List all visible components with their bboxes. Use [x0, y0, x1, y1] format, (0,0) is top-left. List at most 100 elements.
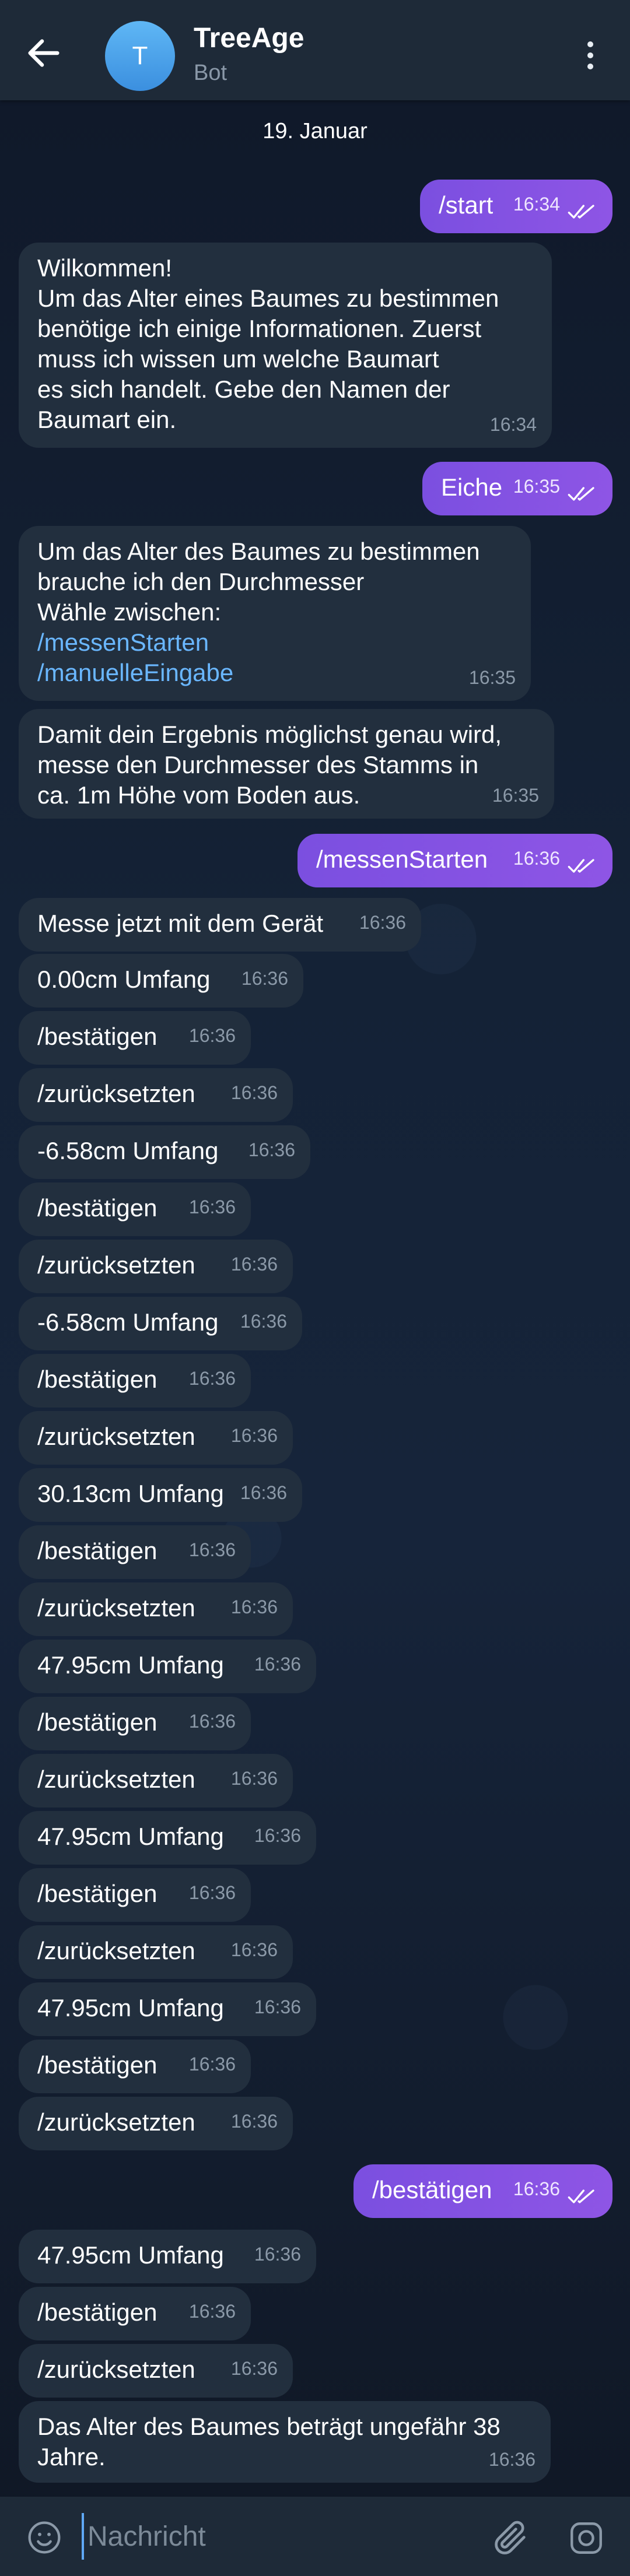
double-check-icon [568, 2189, 594, 2203]
message-line: benötige ich einige Informationen. Zuers… [37, 315, 482, 342]
incoming-message[interactable]: /zurücksetzten 16:36 [19, 1925, 293, 1979]
incoming-message[interactable]: Damit dein Ergebnis möglichst genau wird… [19, 709, 554, 819]
date-separator: 19. Januar [262, 119, 368, 143]
message-time: 16:36 [230, 1254, 278, 1275]
incoming-message[interactable]: /bestätigen 16:36 [19, 1011, 251, 1065]
message-text: /start [439, 191, 494, 219]
message-text: /bestätigen [37, 2298, 158, 2326]
message-text: /zurücksetzten [37, 1251, 195, 1279]
more-vertical-icon[interactable] [583, 38, 597, 73]
emoji-icon[interactable] [26, 2519, 63, 2556]
paperclip-icon[interactable] [490, 2518, 531, 2559]
incoming-message[interactable]: 47.95cm Umfang 16:36 [19, 1811, 316, 1865]
message-text: 0.00cm Umfang [37, 966, 211, 993]
message-time: 16:36 [241, 968, 288, 989]
message-text: /bestätigen [37, 1537, 158, 1564]
message-time: 16:36 [513, 2178, 560, 2199]
message-time: 16:35 [468, 667, 516, 688]
incoming-message[interactable]: /bestätigen 16:36 [19, 1868, 251, 1922]
message-line: Jahre. [37, 2443, 106, 2470]
message-composer [0, 2497, 630, 2576]
message-text: /bestätigen [37, 1708, 158, 1736]
incoming-message[interactable]: /bestätigen 16:36 [19, 1697, 251, 1750]
message-time: 16:36 [513, 848, 560, 869]
message-text: /zurücksetzten [37, 2108, 195, 2136]
outgoing-message[interactable]: /messenStarten 16:36 [298, 834, 612, 887]
incoming-message[interactable]: /zurücksetzten 16:36 [19, 1411, 293, 1465]
message-text: /zurücksetzten [37, 1080, 195, 1107]
incoming-message[interactable]: /zurücksetzten 16:36 [19, 2097, 293, 2150]
message-line: Baumart ein. [37, 406, 177, 433]
message-time: 16:36 [188, 1711, 236, 1732]
chat-header: T TreeAge Bot [0, 0, 630, 100]
incoming-message[interactable]: -6.58cm Umfang 16:36 [19, 1125, 310, 1179]
message-time: 16:36 [188, 1539, 236, 1560]
command-link[interactable]: /manuelleEingabe [37, 658, 512, 688]
incoming-message[interactable]: -6.58cm Umfang 16:36 [19, 1297, 302, 1350]
message-text: Eiche [441, 473, 503, 501]
incoming-message[interactable]: 47.95cm Umfang 16:36 [19, 1982, 316, 2036]
message-text: 47.95cm Umfang [37, 1994, 224, 2022]
chat-title[interactable]: TreeAge [194, 22, 304, 54]
message-line: ca. 1m Höhe vom Boden aus. [37, 781, 360, 809]
message-text: /bestätigen [372, 2176, 492, 2203]
double-check-icon [568, 487, 594, 501]
incoming-message[interactable]: /bestätigen 16:36 [19, 2287, 251, 2340]
message-text: /zurücksetzten [37, 1594, 195, 1622]
message-text: 47.95cm Umfang [37, 2241, 224, 2269]
incoming-message[interactable]: /zurücksetzten 16:36 [19, 1068, 293, 1122]
message-time: 16:36 [359, 912, 406, 933]
incoming-message[interactable]: Messe jetzt mit dem Gerät 16:36 [19, 898, 421, 952]
message-time: 16:36 [240, 1311, 287, 1332]
incoming-message[interactable]: Um das Alter des Baumes zu bestimmen brau… [19, 526, 531, 701]
incoming-message[interactable]: 30.13cm Umfang 16:36 [19, 1468, 302, 1522]
incoming-message[interactable]: /bestätigen 16:36 [19, 1182, 251, 1236]
incoming-message[interactable]: 0.00cm Umfang 16:36 [19, 954, 303, 1008]
message-time: 16:36 [254, 2244, 301, 2265]
incoming-message[interactable]: /zurücksetzten 16:36 [19, 1582, 293, 1636]
command-link[interactable]: /messenStarten [37, 627, 512, 658]
message-text: 30.13cm Umfang [37, 1480, 224, 1507]
camera-icon[interactable] [567, 2519, 606, 2557]
incoming-message[interactable]: /zurücksetzten 16:36 [19, 1240, 293, 1293]
message-line: Wilkommen! [37, 254, 173, 282]
outgoing-message[interactable]: /bestätigen 16:36 [354, 2164, 612, 2218]
incoming-message[interactable]: /bestätigen 16:36 [19, 1354, 251, 1408]
message-time: 16:36 [230, 1425, 278, 1446]
message-line: Damit dein Ergebnis möglichst genau wird… [37, 721, 502, 748]
outgoing-message[interactable]: Eiche 16:35 [422, 462, 612, 515]
message-line: messe den Durchmesser des Stamms in [37, 751, 479, 778]
message-input[interactable] [82, 2513, 461, 2560]
message-line: muss ich wissen um welche Baumart [37, 345, 439, 373]
message-text: /messenStarten [316, 845, 488, 873]
incoming-message[interactable]: 47.95cm Umfang 16:36 [19, 1640, 316, 1693]
message-line: Das Alter des Baumes beträgt ungefähr 38 [37, 2413, 501, 2440]
message-time: 16:36 [254, 1825, 301, 1846]
incoming-message[interactable]: /bestätigen 16:36 [19, 1525, 251, 1579]
message-time: 16:36 [188, 1025, 236, 1046]
message-text: -6.58cm Umfang [37, 1137, 219, 1164]
outgoing-message[interactable]: /start 16:34 [420, 180, 612, 233]
avatar[interactable]: T [105, 21, 175, 91]
message-time: 16:36 [254, 1654, 301, 1675]
message-line: es sich handelt. Gebe den Namen der [37, 375, 450, 403]
incoming-message[interactable]: Das Alter des Baumes beträgt ungefähr 38… [19, 2401, 551, 2483]
incoming-message[interactable]: /zurücksetzten 16:36 [19, 1754, 293, 1808]
double-check-icon [568, 205, 594, 219]
message-text: /zurücksetzten [37, 1937, 195, 1964]
message-time: 16:36 [188, 1196, 236, 1217]
incoming-message[interactable]: Wilkommen! Um das Alter eines Baumes zu b… [19, 243, 552, 448]
message-time: 16:34 [489, 414, 537, 435]
message-time: 16:36 [230, 2111, 278, 2132]
message-time: 16:36 [188, 2054, 236, 2075]
incoming-message[interactable]: 47.95cm Umfang 16:36 [19, 2230, 316, 2283]
back-arrow-icon[interactable] [23, 33, 64, 73]
message-text: -6.58cm Umfang [37, 1308, 219, 1336]
message-time: 16:36 [230, 1082, 278, 1103]
message-line: Um das Alter eines Baumes zu bestimmen [37, 285, 499, 312]
message-text: Messe jetzt mit dem Gerät [37, 910, 324, 937]
message-time: 16:36 [230, 1939, 278, 1960]
incoming-message[interactable]: /zurücksetzten 16:36 [19, 2344, 293, 2398]
message-text: 47.95cm Umfang [37, 1823, 224, 1850]
incoming-message[interactable]: /bestätigen 16:36 [19, 2040, 251, 2093]
